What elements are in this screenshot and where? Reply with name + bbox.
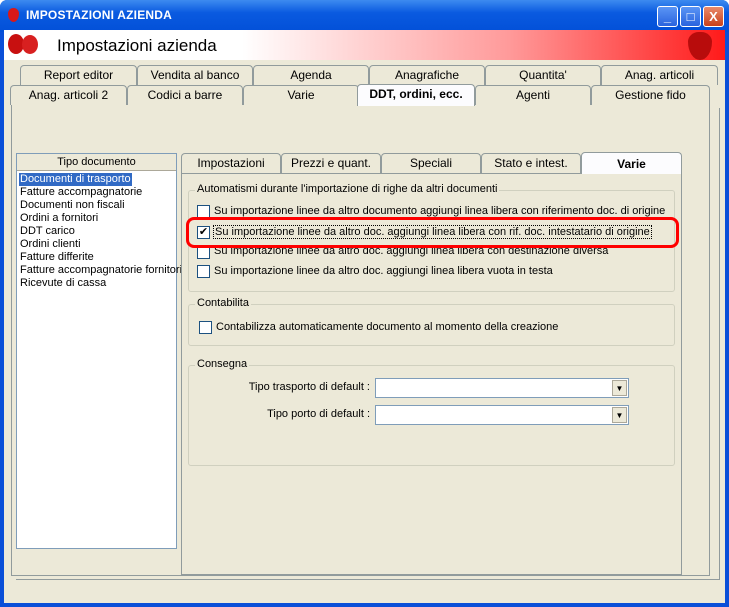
contabilizza-checkbox[interactable] (199, 321, 212, 334)
strawberries-icon (22, 35, 38, 54)
tab-prezzi-quant[interactable]: Prezzi e quant. (281, 153, 381, 173)
strawberry-icon (8, 8, 19, 22)
tab-agenti[interactable]: Agenti (475, 85, 591, 105)
tab-ddt-ordini[interactable]: DDT, ordini, ecc. (357, 84, 475, 106)
highlight-annotation (186, 217, 679, 248)
title-bar[interactable]: IMPOSTAZIONI AZIENDA _ □ X (0, 0, 729, 32)
tipo-trasporto-select[interactable]: ▼ (375, 378, 629, 398)
consegna-label: Consegna (195, 358, 250, 370)
list-item[interactable]: Documenti di trasporto (19, 173, 132, 186)
strawberry-icon (688, 32, 712, 60)
tab-speciali[interactable]: Speciali (381, 153, 481, 173)
document-type-list[interactable]: Tipo documento Documenti di trasporto Fa… (16, 153, 182, 549)
tipo-trasporto-label: Tipo trasporto di default : (248, 381, 370, 393)
tab-quantita[interactable]: Quantita' (485, 65, 601, 85)
list-item[interactable]: Ricevute di cassa (20, 277, 106, 290)
list-item[interactable]: Ordini clienti (20, 238, 81, 251)
tab-report-editor[interactable]: Report editor (20, 65, 137, 85)
chevron-down-icon[interactable]: ▼ (612, 407, 627, 423)
tab-agenda[interactable]: Agenda (253, 65, 369, 85)
tab-vendita-al-banco[interactable]: Vendita al banco (137, 65, 253, 85)
tab-anagrafiche[interactable]: Anagrafiche (369, 65, 485, 85)
option-4-checkbox[interactable] (197, 265, 210, 278)
tab-codici-a-barre[interactable]: Codici a barre (127, 85, 243, 105)
option-1-label[interactable]: Su importazione linee da altro documento… (214, 205, 665, 217)
automatismi-label: Automatismi durante l'importazione di ri… (195, 183, 500, 195)
tab-varie-inner[interactable]: Varie (581, 152, 682, 174)
list-header: Tipo documento (17, 154, 176, 171)
tipo-porto-label: Tipo porto di default : (267, 408, 370, 420)
window-title: IMPOSTAZIONI AZIENDA (26, 8, 172, 22)
tab-anag-articoli[interactable]: Anag. articoli (601, 65, 718, 85)
list-item[interactable]: Fatture accompagnatorie (20, 186, 142, 199)
contabilizza-label[interactable]: Contabilizza automaticamente documento a… (216, 321, 558, 333)
list-item[interactable]: Documenti non fiscali (20, 199, 125, 212)
contabilita-label: Contabilita (195, 297, 251, 309)
minimize-button[interactable]: _ (657, 6, 678, 27)
list-item[interactable]: Fatture differite (20, 251, 94, 264)
tab-gestione-fido[interactable]: Gestione fido (591, 85, 710, 105)
maximize-button[interactable]: □ (680, 6, 701, 27)
list-item[interactable]: Ordini a fornitori (20, 212, 98, 225)
list-item[interactable]: Fatture accompagnatorie fornitori (20, 264, 182, 277)
close-button[interactable]: X (703, 6, 724, 27)
tipo-porto-select[interactable]: ▼ (375, 405, 629, 425)
tab-impostazioni[interactable]: Impostazioni (181, 153, 281, 173)
tab-varie[interactable]: Varie (243, 85, 359, 105)
header-title: Impostazioni azienda (57, 36, 217, 55)
option-4-label[interactable]: Su importazione linee da altro doc. aggi… (214, 265, 553, 277)
list-item[interactable]: DDT carico (20, 225, 75, 238)
chevron-down-icon[interactable]: ▼ (612, 380, 627, 396)
tab-stato-intest[interactable]: Stato e intest. (481, 153, 581, 173)
tab-anag-articoli-2[interactable]: Anag. articoli 2 (10, 85, 127, 105)
